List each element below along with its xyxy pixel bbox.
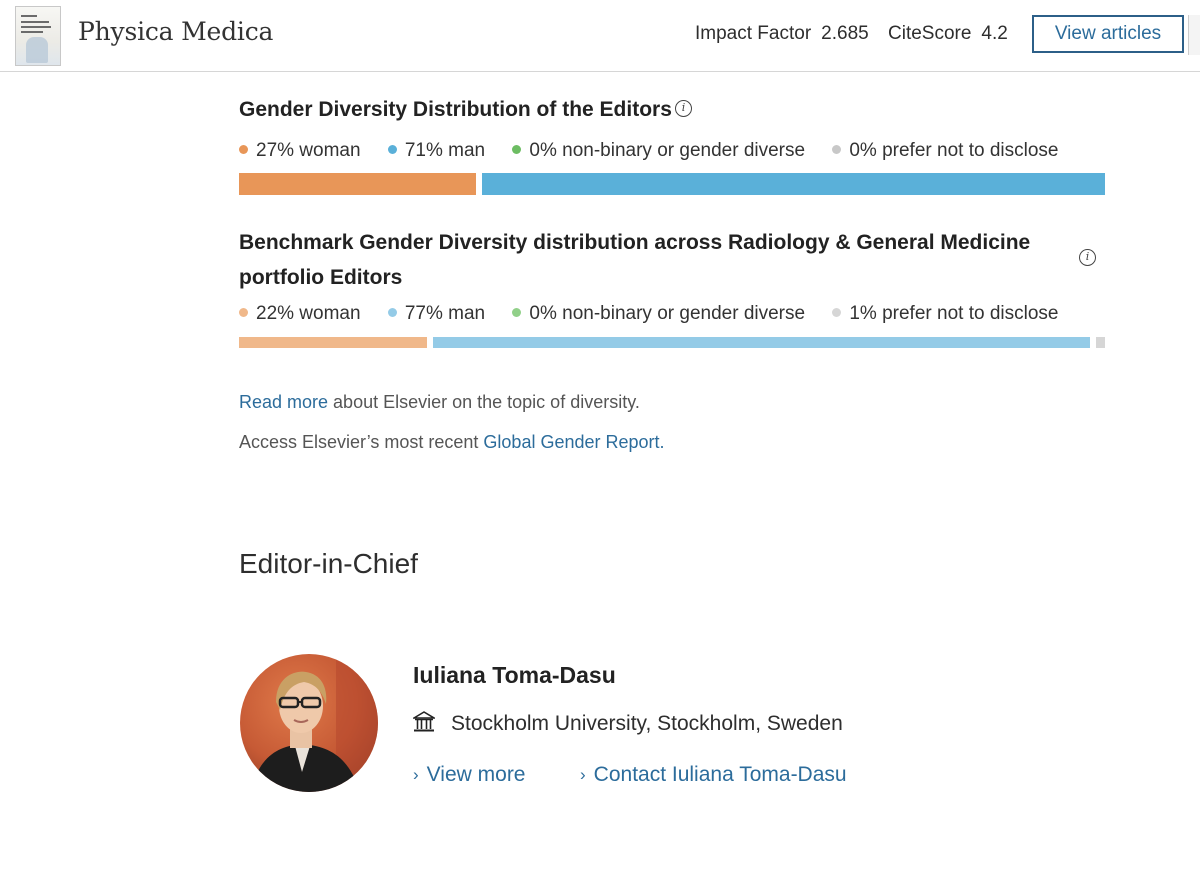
legend-dot	[512, 145, 522, 154]
legend-item-man: 71% man	[387, 140, 486, 162]
legend-item-prefer-not: 0% prefer not to disclose	[832, 140, 1058, 162]
editors-diversity-title: Gender Diversity Distribution of the Edi…	[239, 98, 672, 121]
bar-segment	[1096, 337, 1105, 348]
journal-cover-thumbnail[interactable]	[15, 6, 61, 66]
view-articles-button[interactable]: View articles	[1032, 15, 1184, 53]
legend-dot	[387, 145, 397, 154]
bar-segment	[239, 173, 476, 195]
legend-dot	[239, 145, 248, 154]
access-suffix: .	[659, 432, 665, 452]
impact-factor-label: Impact Factor	[695, 23, 812, 44]
gender-report-paragraph: Access Elsevier’s most recent Global Gen…	[239, 432, 665, 453]
citescore-value: 4.2	[981, 23, 1008, 44]
legend-dot	[832, 145, 842, 154]
legend-dot	[387, 308, 397, 317]
citescore-label: CiteScore	[888, 23, 972, 44]
editors-diversity-bar	[239, 173, 1105, 195]
editors-diversity-legend: 27% woman 71% man 0% non-binary or gende…	[239, 140, 1080, 166]
legend-item-prefer-not: 1% prefer not to disclose	[832, 303, 1058, 325]
read-more-text: about Elsevier on the topic of diversity…	[328, 392, 640, 412]
citescore: CiteScore 4.2	[888, 23, 1008, 45]
editor-in-chief-heading: Editor-in-Chief	[239, 548, 418, 579]
legend-label: 0% prefer not to disclose	[849, 140, 1059, 161]
legend-item-non-binary: 0% non-binary or gender diverse	[512, 140, 805, 162]
editor-name: Iuliana Toma-Dasu	[413, 662, 616, 688]
legend-label: 27% woman	[256, 140, 361, 161]
read-more-paragraph: Read more about Elsevier on the topic of…	[239, 392, 640, 413]
bar-segment	[239, 337, 427, 348]
legend-label: 0% non-binary or gender diverse	[529, 140, 806, 161]
chevron-right-icon: ›	[413, 765, 419, 784]
journal-header: Physica Medica Impact Factor 2.685 CiteSc…	[0, 0, 1200, 72]
legend-item-woman: 22% woman	[239, 303, 361, 325]
journal-title[interactable]: Physica Medica	[78, 17, 273, 46]
scrollbar[interactable]	[1188, 15, 1200, 55]
benchmark-diversity-legend: 22% woman 77% man 0% non-binary or gende…	[239, 303, 1080, 329]
view-more-label: View more	[426, 763, 526, 786]
editor-affiliation: Stockholm University, Stockholm, Sweden	[413, 711, 843, 736]
access-text: Access Elsevier’s most recent	[239, 432, 484, 452]
view-more-link[interactable]: › View more	[413, 763, 526, 787]
institution-icon	[413, 711, 435, 732]
legend-label: 0% non-binary or gender diverse	[529, 303, 806, 324]
contact-label: Contact Iuliana Toma-Dasu	[593, 763, 847, 786]
legend-label: 71% man	[404, 140, 486, 161]
legend-label: 22% woman	[256, 303, 361, 324]
chevron-right-icon: ›	[580, 765, 586, 784]
legend-dot	[512, 308, 522, 317]
bar-segment	[432, 337, 1091, 348]
benchmark-diversity-bar	[239, 337, 1105, 348]
legend-item-non-binary: 0% non-binary or gender diverse	[512, 303, 805, 325]
benchmark-title-line-1: Benchmark Gender Diversity distribution …	[239, 231, 1031, 254]
legend-dot	[239, 308, 248, 317]
legend-item-man: 77% man	[387, 303, 486, 325]
contact-editor-link[interactable]: › Contact Iuliana Toma-Dasu	[580, 763, 847, 787]
read-more-link[interactable]: Read more	[239, 392, 328, 412]
impact-factor-value: 2.685	[821, 23, 869, 44]
info-icon[interactable]: i	[1079, 249, 1096, 266]
legend-label: 77% man	[404, 303, 486, 324]
benchmark-title-line-2: portfolio Editors	[239, 266, 403, 289]
affiliation-text: Stockholm University, Stockholm, Sweden	[451, 712, 843, 735]
bar-segment	[481, 173, 1105, 195]
info-icon[interactable]: i	[675, 100, 692, 117]
global-gender-report-link[interactable]: Global Gender Report	[483, 432, 659, 452]
benchmark-diversity-title: Benchmark Gender Diversity distribution …	[239, 225, 1030, 295]
legend-dot	[832, 308, 842, 317]
avatar	[240, 654, 378, 792]
impact-factor: Impact Factor 2.685	[695, 23, 869, 45]
legend-item-woman: 27% woman	[239, 140, 361, 162]
legend-label: 1% prefer not to disclose	[849, 303, 1059, 324]
